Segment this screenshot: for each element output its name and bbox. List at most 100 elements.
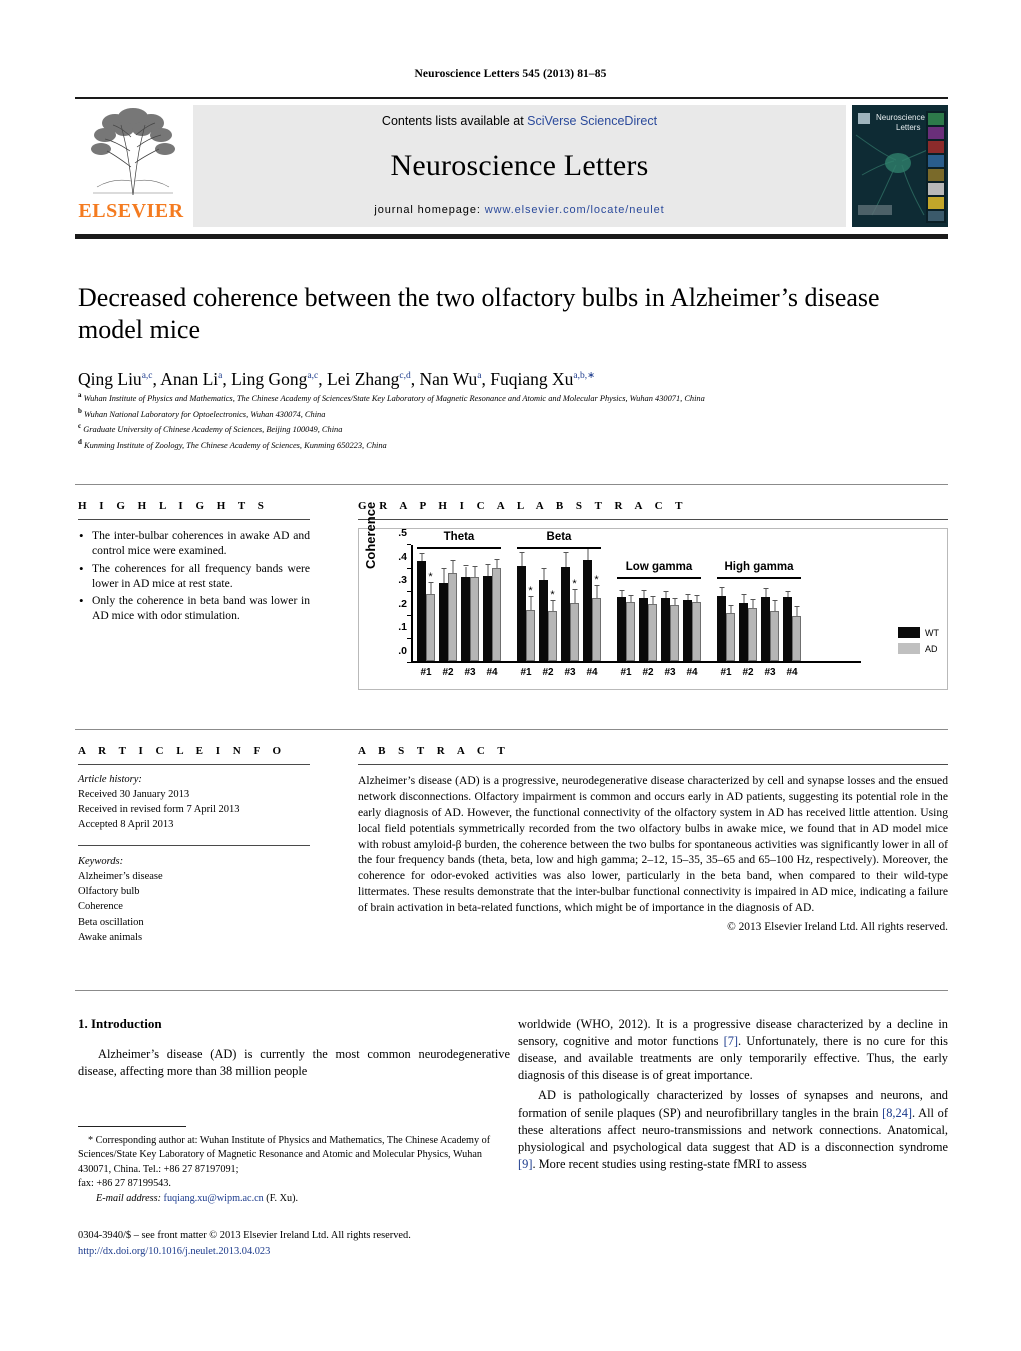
chart-significance-marker: * bbox=[572, 578, 577, 591]
graphical-abstract-rule bbox=[358, 519, 948, 520]
doi-link[interactable]: http://dx.doi.org/10.1016/j.neulet.2013.… bbox=[78, 1244, 538, 1260]
masthead-bottom-rule bbox=[75, 234, 948, 239]
article-info-heading: A R T I C L E I N F O bbox=[78, 745, 287, 757]
footnote-rule bbox=[78, 1126, 186, 1128]
chart-y-tick-mark bbox=[407, 591, 411, 593]
author-affil-marker: a,c bbox=[141, 371, 153, 382]
chart-bar-wt bbox=[561, 545, 570, 661]
chart-error-cap bbox=[494, 558, 499, 560]
elsevier-tree-icon bbox=[91, 108, 175, 196]
chart-subject-pair: * #1 bbox=[517, 545, 535, 678]
chart-x-tick-label: #1 bbox=[520, 666, 532, 678]
chart-error-bar bbox=[487, 565, 488, 576]
graphical-abstract-heading: G R A P H I C A L A B S T R A C T bbox=[358, 500, 688, 512]
chart-error-cap bbox=[763, 587, 768, 589]
sciencedirect-link[interactable]: SciVerse ScienceDirect bbox=[527, 114, 657, 128]
legend-label-wt: WT bbox=[925, 627, 939, 638]
chart-bar-fill bbox=[548, 611, 557, 661]
chart-band-underline bbox=[417, 547, 501, 549]
author-name: Qing Liu bbox=[78, 369, 142, 389]
chart-bar-fill bbox=[426, 593, 435, 661]
chart-error-cap bbox=[663, 590, 668, 592]
affiliation-b: b Wuhan National Laboratory for Optoelec… bbox=[78, 406, 958, 422]
article-info-rule bbox=[78, 764, 310, 765]
chart-error-cap bbox=[685, 593, 690, 595]
chart-bar-fill bbox=[617, 597, 626, 661]
chart-error-bar bbox=[496, 559, 497, 568]
journal-masthead: ELSEVIER Contents lists available at Sci… bbox=[75, 97, 948, 239]
chart-error-bar bbox=[665, 591, 666, 599]
svg-text:Neuroscience: Neuroscience bbox=[876, 113, 925, 122]
list-item: The inter-bulbar coherences in awake AD … bbox=[78, 527, 310, 559]
chart-bar-fill bbox=[492, 567, 501, 661]
affiliation-d: d Kunming Institute of Zoology, The Chin… bbox=[78, 437, 958, 453]
chart-subject-pair: * #2 bbox=[539, 545, 557, 678]
info-band-top-rule bbox=[75, 729, 948, 730]
footnote-block: * Corresponding author at: Wuhan Institu… bbox=[78, 1134, 510, 1206]
chart-significance-marker: * bbox=[528, 585, 533, 598]
chart-y-tick-mark bbox=[407, 614, 411, 616]
citation-ref[interactable]: [8,24] bbox=[882, 1106, 912, 1120]
citation-ref[interactable]: [9] bbox=[518, 1157, 532, 1171]
chart-x-axis bbox=[411, 660, 861, 663]
chart-x-tick-label: #2 bbox=[442, 666, 454, 678]
chart-error-cap bbox=[641, 590, 646, 592]
abstract-copyright: © 2013 Elsevier Ireland Ltd. All rights … bbox=[727, 920, 948, 933]
abstract-text: Alzheimer’s disease (AD) is a progressiv… bbox=[358, 774, 948, 914]
chart-error-cap bbox=[728, 605, 733, 607]
chart-bar-wt bbox=[439, 545, 448, 661]
abstract-rule bbox=[358, 764, 948, 765]
chart-x-tick-label: #1 bbox=[420, 666, 432, 678]
chart-x-tick-label: #3 bbox=[764, 666, 776, 678]
chart-error-bar bbox=[774, 600, 775, 612]
chart-bar-ad: * bbox=[548, 545, 557, 661]
body-column-right: worldwide (WHO, 2012). It is a progressi… bbox=[518, 1016, 948, 1176]
chart-subject-pair: * #3 bbox=[561, 545, 579, 678]
svg-text:Letters: Letters bbox=[896, 123, 920, 132]
history-received: Received 30 January 2013 bbox=[78, 788, 190, 800]
chart-x-tick-label: #1 bbox=[620, 666, 632, 678]
email-link[interactable]: fuqiang.xu@wipm.ac.cn bbox=[164, 1193, 264, 1204]
chart-bar-fill bbox=[517, 566, 526, 661]
chart-band-underline bbox=[517, 547, 601, 549]
citation-ref[interactable]: [7] bbox=[724, 1034, 738, 1048]
chart-x-tick-label: #2 bbox=[642, 666, 654, 678]
chart-error-bar bbox=[643, 591, 644, 598]
graphical-abstract-section: G R A P H I C A L A B S T R A C T Cohere… bbox=[358, 500, 948, 690]
chart-error-bar bbox=[721, 587, 722, 597]
chart-significance-marker: * bbox=[550, 588, 555, 601]
journal-title: Neuroscience Letters bbox=[390, 149, 649, 182]
list-item: Only the coherence in beta band was lowe… bbox=[78, 592, 310, 624]
affil-text: Kunming Institute of Zoology, The Chines… bbox=[84, 440, 387, 450]
author-name: Anan Li bbox=[160, 369, 219, 389]
chart-error-cap bbox=[672, 597, 677, 599]
section-heading-introduction: 1. Introduction bbox=[78, 1016, 162, 1031]
affil-marker: a bbox=[78, 391, 82, 399]
intro-paragraph-right-1: worldwide (WHO, 2012). It is a progressi… bbox=[518, 1016, 948, 1084]
affil-text: Graduate University of Chinese Academy o… bbox=[83, 424, 343, 434]
keyword-item: Beta oscillation bbox=[78, 916, 144, 928]
chart-bar-fill bbox=[692, 602, 701, 661]
chart-error-bar bbox=[621, 590, 622, 598]
chart-error-bar bbox=[696, 595, 697, 603]
chart-legend: WT AD bbox=[898, 627, 939, 659]
homepage-url[interactable]: www.elsevier.com/locate/neulet bbox=[485, 204, 665, 216]
author-name: Nan Wu bbox=[419, 369, 478, 389]
highlights-band-top-rule bbox=[75, 484, 948, 485]
chart-error-cap bbox=[650, 596, 655, 598]
contents-prefix: Contents lists available at bbox=[381, 114, 528, 128]
chart-y-tick-mark bbox=[407, 567, 411, 569]
affil-marker: b bbox=[78, 406, 82, 415]
chart-band-group: * #1 #2 #3 #4 bbox=[417, 545, 501, 678]
corresponding-author-note: * Corresponding author at: Wuhan Institu… bbox=[78, 1135, 491, 1175]
issn-line: 0304-3940/$ – see front matter © 2013 El… bbox=[78, 1230, 411, 1241]
chart-error-cap bbox=[628, 594, 633, 596]
chart-bar-fill bbox=[783, 596, 792, 661]
chart-bar-ad bbox=[470, 545, 479, 661]
chart-bar-fill bbox=[561, 567, 570, 661]
email-note: E-mail address: fuqiang.xu@wipm.ac.cn (F… bbox=[78, 1192, 510, 1206]
chart-bar-fill bbox=[748, 607, 757, 661]
chart-error-bar bbox=[465, 566, 466, 577]
chart-bar-fill bbox=[726, 613, 735, 661]
list-item: The coherences for all frequency bands w… bbox=[78, 560, 310, 592]
